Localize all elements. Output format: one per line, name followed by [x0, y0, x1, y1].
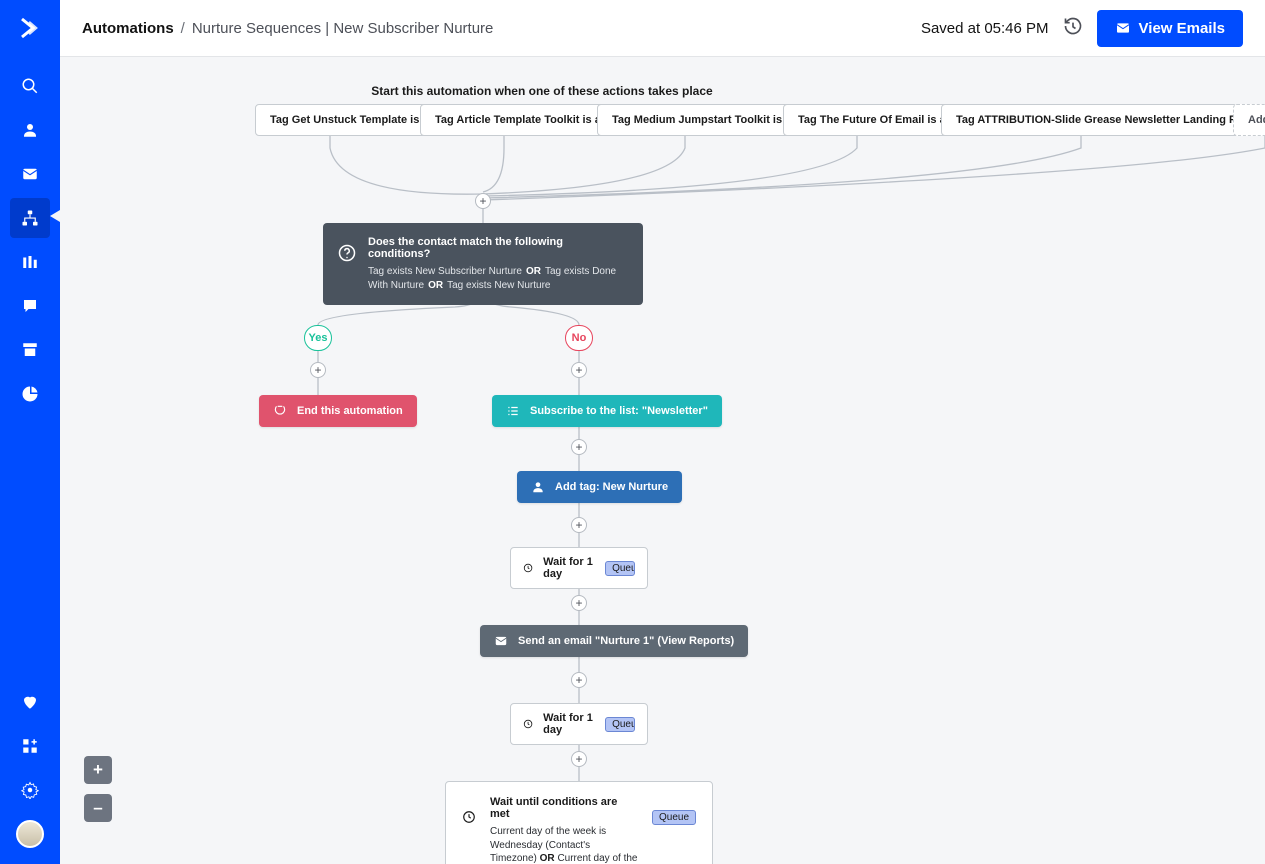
sidebar-item-search[interactable] [10, 66, 50, 106]
history-icon [1063, 16, 1083, 36]
add-step-no-6[interactable]: + [571, 751, 587, 767]
connector-lines [60, 57, 1265, 864]
zoom-in-button[interactable]: + [84, 756, 112, 784]
sidebar-item-deals[interactable] [10, 242, 50, 282]
clock-icon [523, 717, 533, 731]
automation-canvas[interactable]: Start this automation when one of these … [60, 57, 1265, 864]
view-emails-label: View Emails [1139, 20, 1225, 37]
pie-icon [21, 385, 39, 403]
store-icon [21, 341, 39, 359]
sidebar-item-account[interactable] [10, 814, 50, 854]
trigger-add-new[interactable]: Add [1233, 104, 1265, 136]
condition-title: Does the contact match the following con… [368, 236, 628, 260]
add-step-no-4[interactable]: + [571, 595, 587, 611]
wait-until-title: Wait until conditions are met [490, 796, 638, 820]
queue-badge[interactable]: Queue [605, 561, 635, 576]
sidebar-item-conversations[interactable] [10, 286, 50, 326]
action-end-automation[interactable]: End this automation [259, 395, 417, 427]
action-end-label: End this automation [297, 405, 403, 417]
envelope-icon [21, 165, 39, 183]
view-emails-button[interactable]: View Emails [1097, 10, 1243, 47]
sidebar-nav [0, 0, 60, 864]
sidebar-item-reports[interactable] [10, 374, 50, 414]
zoom-out-button[interactable]: – [84, 794, 112, 822]
clock-icon [523, 561, 533, 575]
zoom-controls: + – [84, 756, 112, 822]
heart-icon [21, 693, 39, 711]
sidebar-item-campaigns[interactable] [10, 154, 50, 194]
app-logo [0, 0, 60, 56]
person-icon [21, 121, 39, 139]
envelope-icon [1115, 20, 1131, 36]
history-button[interactable] [1063, 16, 1083, 41]
sidebar-active-caret [50, 210, 60, 222]
branch-no[interactable]: No [565, 325, 593, 351]
chat-icon [21, 297, 39, 315]
wait-until-desc: Current day of the week is Wednesday (Co… [490, 825, 638, 864]
queue-badge[interactable]: Queue [605, 717, 635, 732]
sidebar-item-automations[interactable] [10, 198, 50, 238]
branch-yes[interactable]: Yes [304, 325, 332, 351]
action-wait-until[interactable]: Wait until conditions are met Current da… [445, 781, 713, 864]
gear-icon [21, 781, 39, 799]
trigger-attribution-slide[interactable]: Tag ATTRIBUTION-Slide Grease Newsletter … [941, 104, 1265, 136]
breadcrumb-root[interactable]: Automations [82, 20, 174, 37]
sidebar-item-settings[interactable] [10, 770, 50, 810]
breadcrumb: Automations / Nurture Sequences | New Su… [82, 20, 493, 37]
envelope-icon [494, 634, 508, 648]
clock-icon [462, 810, 476, 824]
sidebar-item-apps[interactable] [10, 726, 50, 766]
add-step-no-2[interactable]: + [571, 439, 587, 455]
list-icon [506, 404, 520, 418]
saved-timestamp: Saved at 05:46 PM [921, 20, 1049, 37]
action-wait-2[interactable]: Wait for 1 day Queue [510, 703, 648, 745]
add-step-no-1[interactable]: + [571, 362, 587, 378]
apps-add-icon [21, 737, 39, 755]
queue-badge[interactable]: Queue [652, 810, 696, 825]
header-bar: Automations / Nurture Sequences | New Su… [60, 0, 1265, 57]
breadcrumb-sub: Nurture Sequences | New Subscriber Nurtu… [192, 20, 494, 37]
avatar [16, 820, 44, 848]
chevron-logo-icon [18, 16, 42, 40]
action-send-email[interactable]: Send an email "Nurture 1" (View Reports) [480, 625, 748, 657]
add-step-no-5[interactable]: + [571, 672, 587, 688]
end-icon [273, 404, 287, 418]
contact-icon [531, 480, 545, 494]
action-subscribe-label: Subscribe to the list: "Newsletter" [530, 405, 708, 417]
action-add-tag[interactable]: Add tag: New Nurture [517, 471, 682, 503]
action-wait-1[interactable]: Wait for 1 day Queue [510, 547, 648, 589]
action-send-email-label: Send an email "Nurture 1" (View Reports) [518, 635, 734, 647]
wait-1-label: Wait for 1 day [543, 556, 595, 580]
wait-2-label: Wait for 1 day [543, 712, 595, 736]
add-step-no-3[interactable]: + [571, 517, 587, 533]
sidebar-item-site[interactable] [10, 330, 50, 370]
add-step-after-triggers[interactable]: + [475, 193, 491, 209]
action-add-tag-label: Add tag: New Nurture [555, 481, 668, 493]
start-trigger-label: Start this automation when one of these … [120, 84, 964, 98]
condition-detail: Tag exists New Subscriber NurtureORTag e… [368, 265, 628, 292]
breadcrumb-separator: / [181, 20, 185, 37]
columns-icon [21, 253, 39, 271]
search-icon [21, 77, 39, 95]
flowchart-icon [21, 209, 39, 227]
add-step-yes[interactable]: + [310, 362, 326, 378]
condition-node[interactable]: Does the contact match the following con… [323, 223, 643, 305]
action-subscribe-list[interactable]: Subscribe to the list: "Newsletter" [492, 395, 722, 427]
sidebar-item-favorite[interactable] [10, 682, 50, 722]
question-icon [338, 244, 356, 262]
sidebar-item-contacts[interactable] [10, 110, 50, 150]
